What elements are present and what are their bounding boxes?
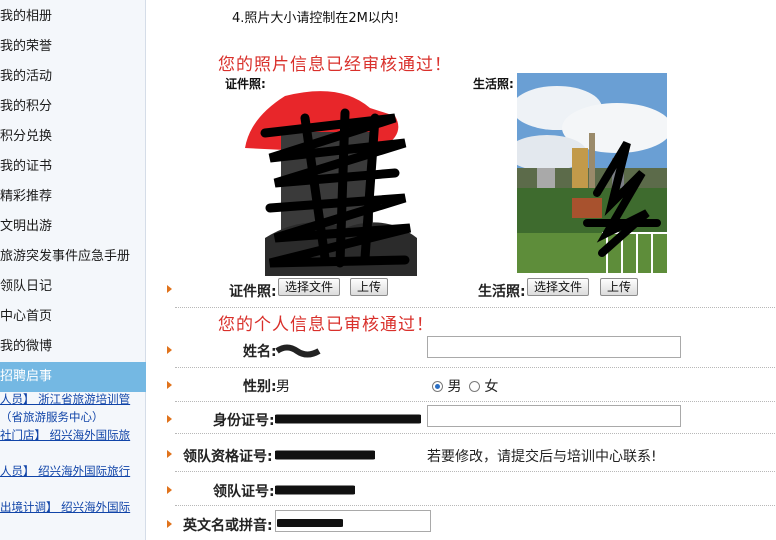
- gender-label: 性别:: [243, 379, 277, 395]
- news-link[interactable]: 人员】 浙江省旅游培训管: [0, 390, 146, 408]
- divider: [175, 367, 775, 368]
- sidebar-item-album[interactable]: 我的相册: [0, 2, 146, 32]
- divider: [175, 307, 775, 308]
- news-link[interactable]: 人员】 绍兴海外国际旅行: [0, 462, 146, 480]
- life-photo: [517, 73, 667, 273]
- id-photo-upload-button[interactable]: 上传: [350, 278, 389, 296]
- name-label: 姓名:: [243, 344, 277, 360]
- bullet-icon: [167, 346, 172, 354]
- divider: [175, 433, 775, 434]
- divider: [175, 401, 775, 402]
- bullet-icon: [167, 381, 172, 389]
- personal-approved-status: 您的个人信息已审核通过！: [218, 315, 434, 335]
- english-name-label: 英文名或拼音:: [183, 518, 273, 534]
- bullet-icon: [167, 520, 172, 528]
- id-photo-choose-file-button[interactable]: 选择文件: [278, 278, 341, 296]
- leader-number-label: 领队证号:: [213, 484, 275, 500]
- sidebar: 我的相册 我的荣誉 我的活动 我的积分 积分兑换 我的证书 精彩推荐 文明出游 …: [0, 0, 146, 540]
- sidebar-item-civilized-travel[interactable]: 文明出游: [0, 212, 146, 242]
- cert-number-label: 领队资格证号:: [183, 449, 273, 465]
- sidebar-item-leader-diary[interactable]: 领队日记: [0, 272, 146, 302]
- sidebar-item-honor[interactable]: 我的荣誉: [0, 32, 146, 62]
- bullet-icon: [167, 486, 172, 494]
- bullet-icon: [167, 450, 172, 458]
- gender-value: 男: [276, 379, 290, 395]
- sidebar-item-center-home[interactable]: 中心首页: [0, 302, 146, 332]
- gender-female-label: 女: [484, 379, 499, 395]
- id-number-input[interactable]: [427, 405, 681, 427]
- news-link[interactable]: （省旅游服务中心）: [0, 408, 146, 426]
- id-photo-label: 证件照:: [229, 284, 277, 300]
- sidebar-item-activity[interactable]: 我的活动: [0, 62, 146, 92]
- name-input[interactable]: [427, 336, 681, 358]
- sidebar-item-points-exchange[interactable]: 积分兑换: [0, 122, 146, 152]
- redacted-name: [275, 344, 321, 358]
- sidebar-item-certificate[interactable]: 我的证书: [0, 152, 146, 182]
- photo-size-note: 4.照片大小请控制在2M以内!: [232, 11, 400, 26]
- news-link[interactable]: 出境计调】 绍兴海外国际: [0, 498, 146, 516]
- redacted-english-name: [277, 519, 343, 527]
- sidebar-item-recommend[interactable]: 精彩推荐: [0, 182, 146, 212]
- bullet-icon: [167, 285, 172, 293]
- divider: [175, 471, 775, 472]
- gender-male-label: 男: [447, 379, 462, 395]
- bullet-icon: [167, 415, 172, 423]
- id-number-label: 身份证号:: [213, 413, 275, 429]
- sidebar-item-points[interactable]: 我的积分: [0, 92, 146, 122]
- gender-female-radio[interactable]: [468, 381, 480, 392]
- life-photo-label: 生活照:: [478, 284, 526, 300]
- main-content: 4.照片大小请控制在2M以内! 您的照片信息已经审核通过！ 证件照: 生活照:: [147, 0, 776, 540]
- gender-radio-group: 男 女: [432, 376, 498, 396]
- sidebar-item-recruitment[interactable]: 招聘启事: [0, 362, 146, 392]
- sidebar-item-emergency-manual[interactable]: 旅游突发事件应急手册: [0, 242, 146, 272]
- gender-male-radio[interactable]: [432, 381, 443, 392]
- life-photo-caption: 生活照:: [473, 77, 514, 91]
- redacted-leader-number: [275, 485, 355, 495]
- sidebar-item-weibo[interactable]: 我的微博: [0, 332, 146, 362]
- id-photo: [245, 88, 417, 276]
- divider: [175, 505, 775, 506]
- photo-approved-status: 您的照片信息已经审核通过！: [218, 55, 452, 75]
- redacted-id-number: [275, 414, 421, 424]
- news-link[interactable]: 社门店】 绍兴海外国际旅: [0, 426, 146, 444]
- cert-note: 若要修改，请提交后与培训中心联系!: [427, 449, 657, 465]
- life-photo-upload-button[interactable]: 上传: [600, 278, 639, 296]
- life-photo-choose-file-button[interactable]: 选择文件: [527, 278, 590, 296]
- redacted-cert-number: [275, 450, 375, 460]
